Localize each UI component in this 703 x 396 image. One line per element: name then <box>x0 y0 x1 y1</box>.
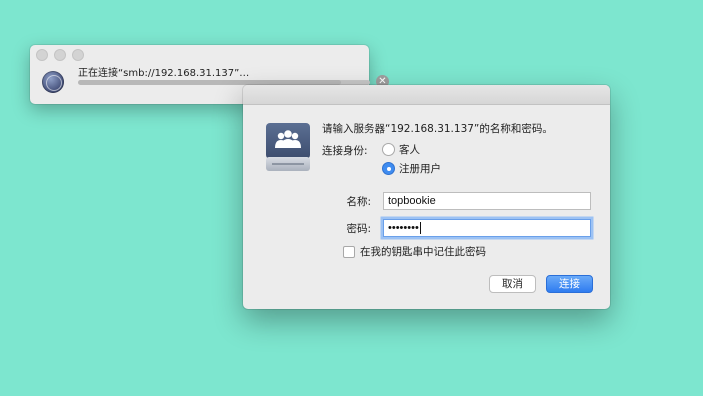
name-field-value: topbookie <box>388 195 436 207</box>
password-field-value: •••••••• <box>388 222 419 234</box>
remember-password-option[interactable]: 在我的钥匙串中记住此密码 <box>343 244 486 259</box>
minimize-window-button[interactable] <box>54 49 66 61</box>
text-cursor <box>419 222 421 235</box>
connect-as-label: 连接身份: <box>322 145 368 157</box>
connecting-message: 正在连接“smb://192.168.31.137”… <box>78 68 250 79</box>
network-globe-icon <box>42 71 64 93</box>
login-dialog: 请输入服务器“192.168.31.137”的名称和密码。 连接身份: 客人 注… <box>243 85 610 309</box>
dialog-titlebar <box>243 85 610 105</box>
file-server-icon <box>266 123 310 171</box>
zoom-window-button[interactable] <box>72 49 84 61</box>
name-label: 名称: <box>346 196 371 208</box>
close-window-button[interactable] <box>36 49 48 61</box>
remember-password-label: 在我的钥匙串中记住此密码 <box>360 246 486 258</box>
remember-password-checkbox[interactable] <box>343 245 355 258</box>
connect-button[interactable]: 连接 <box>546 275 593 293</box>
radio-registered-user[interactable]: 注册用户 <box>382 161 441 176</box>
cancel-button[interactable]: 取消 <box>489 275 536 293</box>
radio-registered-user-label: 注册用户 <box>399 163 441 175</box>
radio-guest-button[interactable] <box>382 143 395 156</box>
window-controls <box>36 49 84 61</box>
radio-guest-label: 客人 <box>399 144 420 156</box>
name-field[interactable]: topbookie <box>383 192 591 210</box>
radio-guest[interactable]: 客人 <box>382 142 420 157</box>
password-label: 密码: <box>346 223 371 235</box>
radio-registered-user-button[interactable] <box>382 162 395 175</box>
password-field[interactable]: •••••••• <box>383 219 591 237</box>
login-prompt: 请输入服务器“192.168.31.137”的名称和密码。 <box>322 123 553 135</box>
